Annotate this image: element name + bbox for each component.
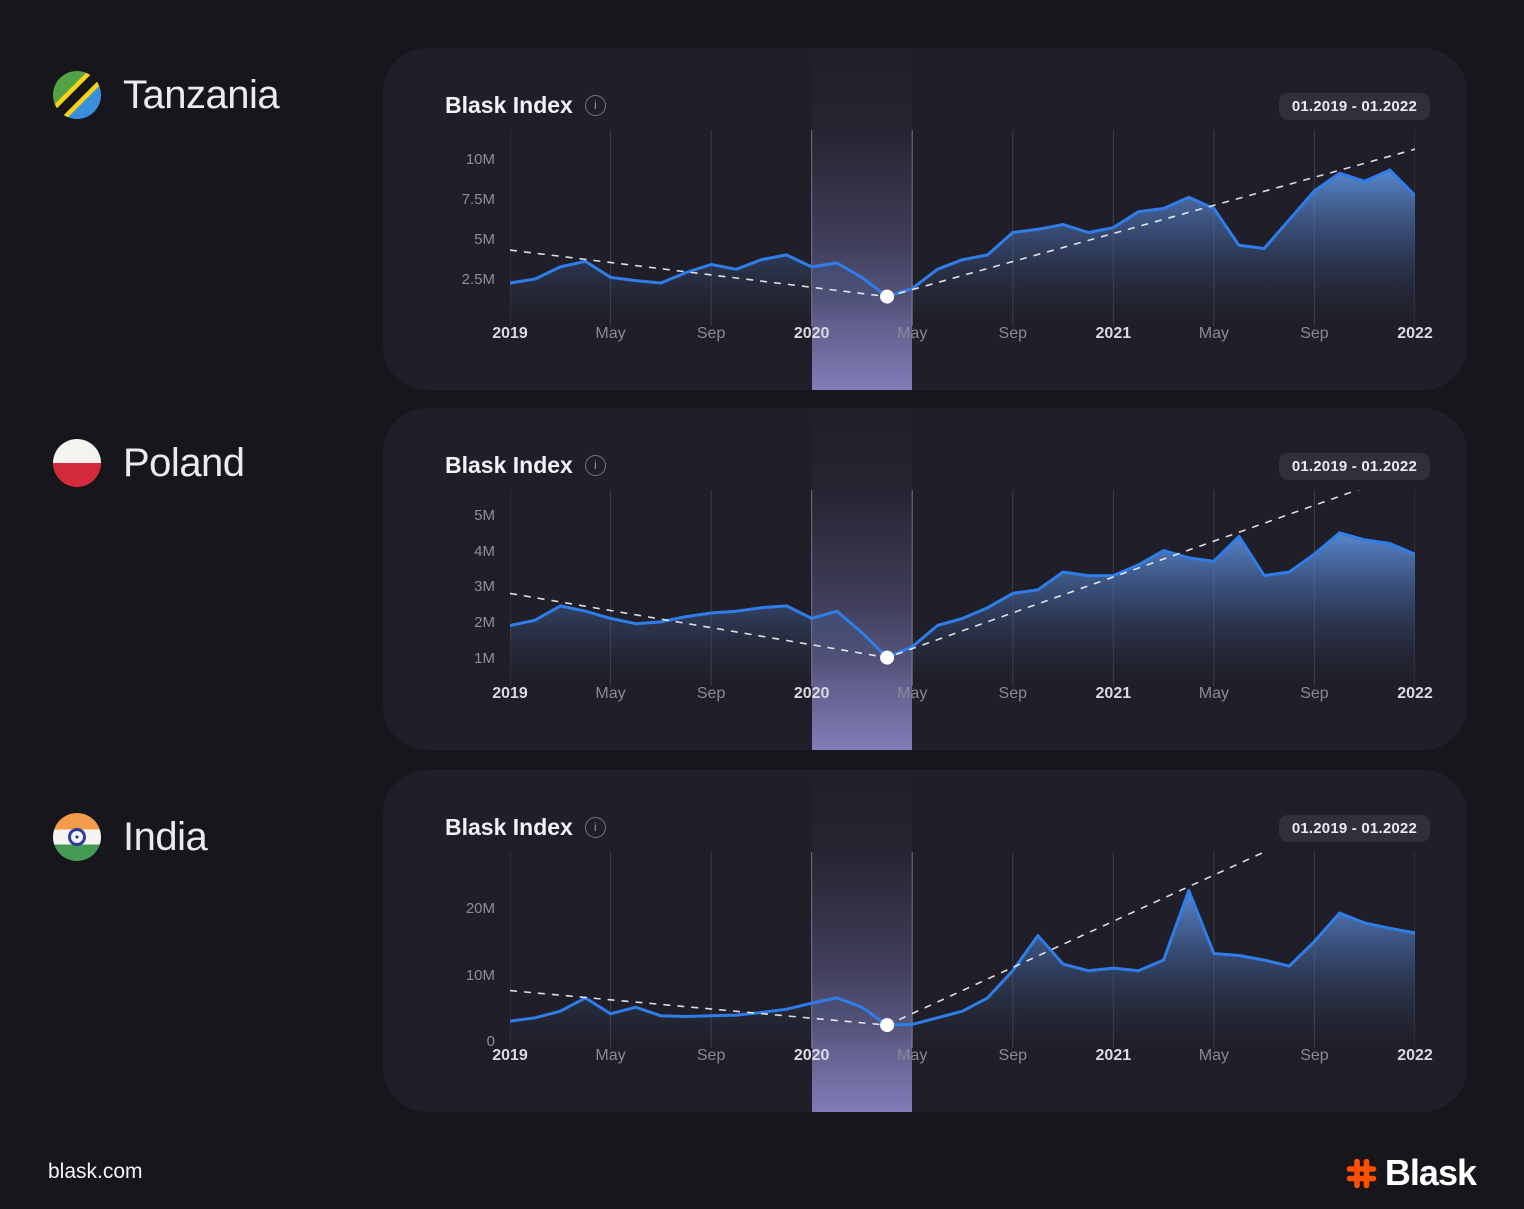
poland-flag-icon [53,439,101,487]
x-tick-label: 2020 [794,1047,830,1065]
info-icon[interactable]: i [585,455,606,476]
country-name: Tanzania [123,73,279,118]
blask-logo-text: Blask [1385,1152,1476,1194]
chart-overlay-svg[interactable] [510,130,1415,326]
info-icon[interactable]: i [585,95,606,116]
country-label-tanzania: Tanzania [53,71,279,119]
x-tick-label: May [595,325,625,343]
low-point-dot [880,1018,894,1032]
y-tick-label: 20M [383,900,495,917]
page-background: Tanzania Poland India 2.5M 5M 7.5M 10M 2019… [0,0,1524,1209]
y-tick-label: 0 [383,1033,495,1050]
x-tick-label: Sep [999,1047,1027,1065]
x-tick-label: 2019 [492,1047,528,1065]
x-tick-label: Sep [999,685,1027,703]
x-tick-label: 2020 [794,325,830,343]
y-tick-label: 5M [383,231,495,248]
x-tick-label: May [1199,685,1229,703]
y-tick-label: 3M [383,578,495,595]
x-tick-label: May [1199,1047,1229,1065]
x-tick-label: Sep [697,685,725,703]
chart-overlay-svg[interactable] [510,852,1415,1048]
index-line [510,170,1415,297]
x-tick-label: Sep [999,325,1027,343]
y-tick-label: 10M [383,151,495,168]
tanzania-flag-icon [53,71,101,119]
blask-hash-icon [1346,1158,1377,1189]
chart-header: Blask Index i [445,92,606,119]
x-tick-label: 2022 [1397,1047,1433,1065]
x-tick-label: May [897,1047,927,1065]
chart-panel-tanzania: 2.5M 5M 7.5M 10M 2019 May Sep 2020 May Sep 2021 Ma… [383,48,1467,390]
x-tick-label: 2019 [492,325,528,343]
y-tick-label: 5M [383,507,495,524]
y-tick-label: 2.5M [383,271,495,288]
x-tick-label: May [897,685,927,703]
chart-title: Blask Index [445,814,573,841]
date-range-badge: 01.2019 - 01.2022 [1279,453,1430,480]
low-point-dot [880,651,894,665]
trend-line [510,149,1415,296]
date-range-badge: 01.2019 - 01.2022 [1279,815,1430,842]
footer-site-url: blask.com [48,1160,143,1184]
info-icon[interactable]: i [585,817,606,838]
x-tick-label: May [1199,325,1229,343]
chart-overlay-svg[interactable] [510,490,1415,686]
x-tick-label: 2021 [1096,1047,1132,1065]
country-name: India [123,815,207,860]
chart-header: Blask Index i [445,814,606,841]
chart-title: Blask Index [445,92,573,119]
x-tick-label: 2022 [1397,685,1433,703]
chakra-icon [68,828,86,846]
x-tick-label: Sep [1300,1047,1328,1065]
date-range-badge: 01.2019 - 01.2022 [1279,93,1430,120]
blask-logo: Blask [1346,1152,1476,1194]
x-tick-label: 2021 [1096,325,1132,343]
country-label-poland: Poland [53,439,245,487]
y-tick-label: 7.5M [383,191,495,208]
chart-panel-poland: 1M 2M 3M 4M 5M 2019 May Sep 2020 May Sep 2021 May Se… [383,408,1467,750]
trend-line [510,490,1377,658]
x-tick-label: 2022 [1397,325,1433,343]
x-tick-label: May [897,325,927,343]
country-name: Poland [123,441,245,486]
x-tick-label: May [595,685,625,703]
y-tick-label: 4M [383,543,495,560]
y-tick-label: 10M [383,967,495,984]
india-flag-icon [53,813,101,861]
x-tick-label: Sep [1300,325,1328,343]
x-tick-label: Sep [697,325,725,343]
index-line [510,891,1415,1026]
x-tick-label: Sep [697,1047,725,1065]
x-tick-label: May [595,1047,625,1065]
country-label-india: India [53,813,207,861]
index-line [510,533,1415,658]
low-point-dot [880,290,894,304]
trend-line [510,852,1264,1025]
chart-panel-india: 0 10M 20M 2019 May Sep 2020 May Sep 2021 May Sep 20… [383,770,1467,1112]
chart-header: Blask Index i [445,452,606,479]
x-tick-label: Sep [1300,685,1328,703]
y-tick-label: 2M [383,614,495,631]
x-tick-label: 2019 [492,685,528,703]
x-tick-label: 2020 [794,685,830,703]
chart-title: Blask Index [445,452,573,479]
x-tick-label: 2021 [1096,685,1132,703]
y-tick-label: 1M [383,650,495,667]
